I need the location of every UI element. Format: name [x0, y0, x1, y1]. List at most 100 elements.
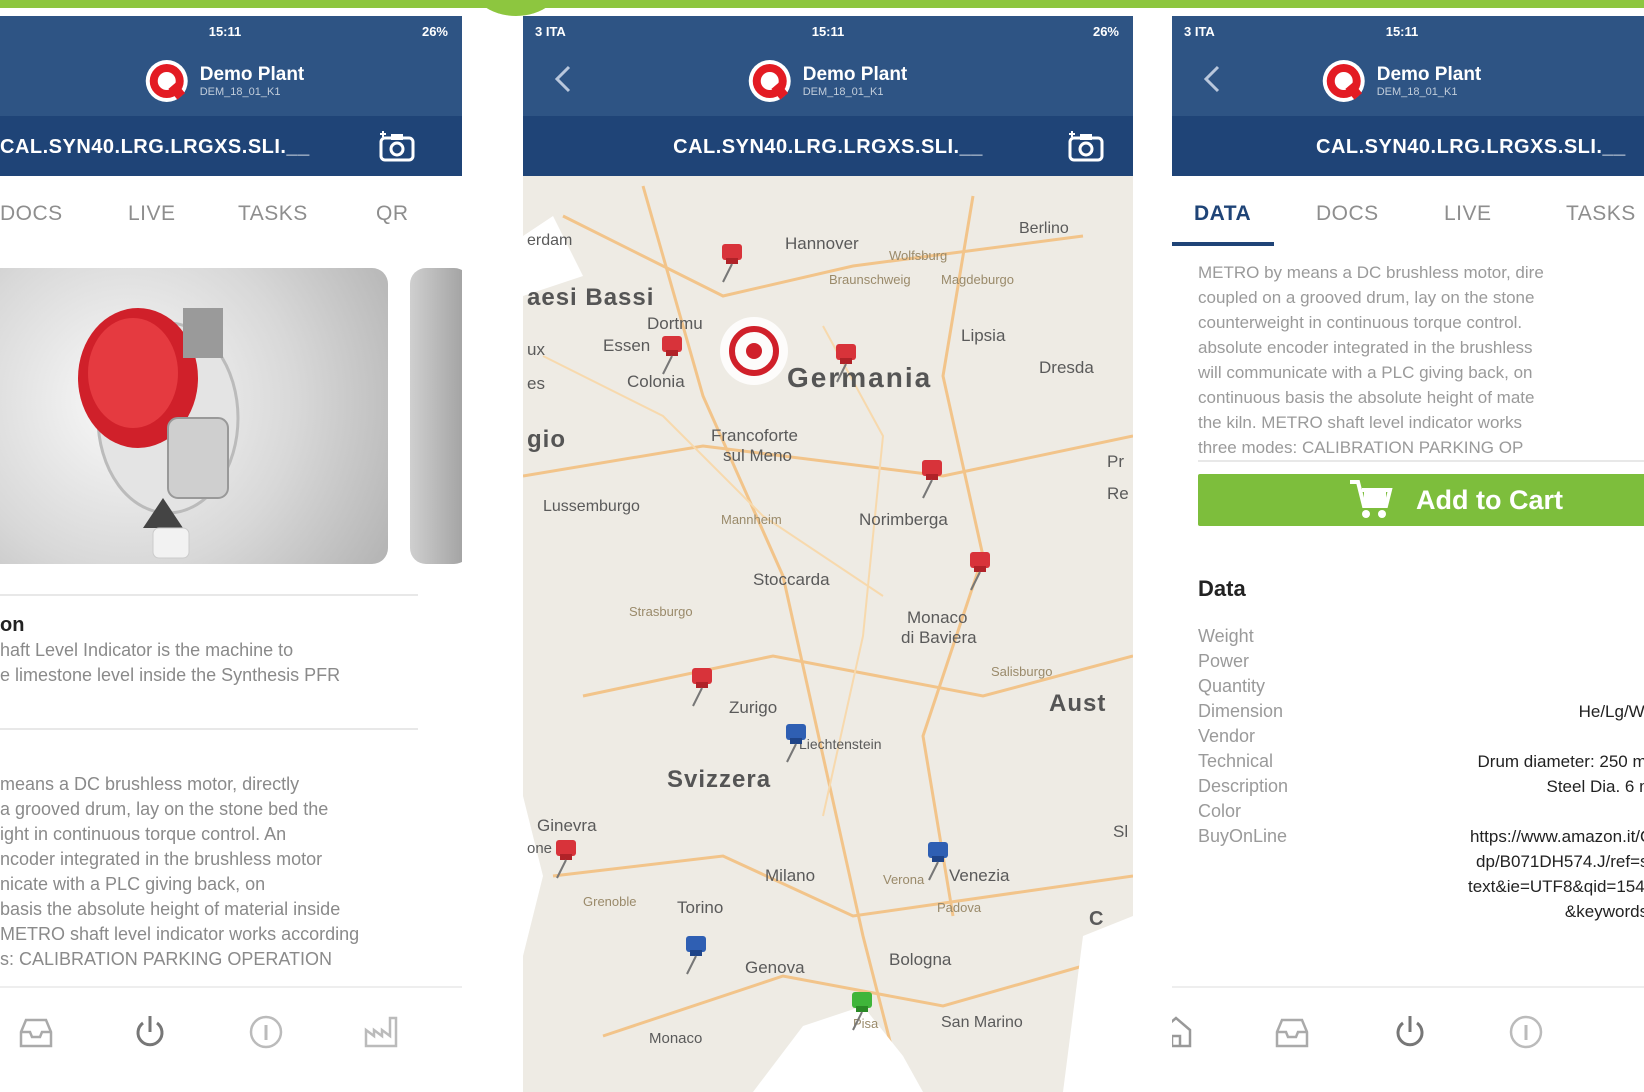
inbox-icon[interactable] [16, 1012, 56, 1052]
pin-icon[interactable] [783, 720, 809, 764]
brand[interactable]: Demo Plant DEM_18_01_K1 [1322, 60, 1482, 102]
add-to-cart-label: Add to Cart [1416, 485, 1563, 515]
device-code: CAL.SYN40.LRG.LRGXS.SLI.__ [673, 136, 983, 158]
status-time: 15:11 [208, 24, 242, 39]
product-image-carousel[interactable] [0, 268, 388, 564]
tab-live[interactable]: LIVE [128, 202, 176, 226]
tab-live[interactable]: LIVE [1444, 202, 1492, 226]
brand[interactable]: Demo Plant DEM_18_01_K1 [145, 60, 304, 102]
divider [0, 594, 418, 596]
plant-map[interactable]: erdam Hannover Wolfsburg Berlino Braunsc… [523, 176, 1133, 1092]
pin-icon[interactable] [925, 838, 951, 882]
map-label: Milano [765, 866, 816, 885]
back-icon[interactable] [1198, 64, 1228, 94]
app-header: Demo Plant DEM_18_01_K1 [0, 46, 462, 116]
pin-icon[interactable] [849, 988, 875, 1032]
status-time: 15:11 [811, 24, 845, 39]
map-label: Re [1107, 484, 1129, 503]
info-icon[interactable] [246, 1012, 286, 1052]
pin-icon[interactable] [719, 240, 745, 284]
map-label: Pr [1107, 452, 1124, 471]
factory-icon[interactable] [362, 1012, 402, 1052]
tab-tasks[interactable]: TASKS [238, 202, 308, 226]
brand[interactable]: Demo Plant DEM_18_01_K1 [748, 60, 907, 102]
data-key-technical: Technical [1198, 751, 1274, 771]
pin-icon[interactable] [919, 456, 945, 500]
brand-name: Demo Plant [1376, 63, 1482, 85]
logo-icon [1322, 60, 1365, 102]
map-label: C [1089, 908, 1104, 930]
divider [0, 728, 418, 730]
logo-icon [748, 60, 791, 102]
map-label: Verona [883, 872, 925, 887]
app-header: Demo Plant DEM_18_01_K1 [523, 46, 1133, 116]
buy-online-link[interactable]: https://www.amazon.it/QualiC [1470, 827, 1644, 847]
status-bar: 3 ITA 15:11 [1172, 16, 1644, 46]
pin-icon[interactable] [967, 548, 993, 592]
map-label: aesi Bassi [527, 284, 655, 311]
map-label: Berlino [1019, 220, 1069, 237]
map-label: Francoforte [711, 426, 798, 445]
status-battery: 26% [1092, 24, 1119, 39]
power-icon[interactable] [130, 1012, 170, 1052]
tab-docs[interactable]: DOCS [0, 202, 63, 226]
map-label: Wolfsburg [889, 248, 948, 263]
tab-data[interactable]: DATA [1194, 202, 1251, 226]
power-icon[interactable] [1390, 1012, 1430, 1052]
phone-screen-map: 3 ITA 15:11 26% Demo Plant DEM_18_01_K1 … [523, 16, 1133, 1092]
map-label: ux [527, 340, 545, 359]
buy-online-link-cont[interactable]: dp/B071DH574.J/ref=sr_1_1 [1476, 852, 1644, 872]
map-label: Padova [937, 900, 982, 915]
next-image-preview[interactable] [410, 268, 462, 564]
map-label: Lipsia [961, 326, 1006, 345]
brand-sub: DEM_18_01_K1 [199, 85, 281, 98]
status-bar: 15:11 26% [0, 16, 462, 46]
add-to-cart-button[interactable]: Add to Cart [1198, 474, 1644, 526]
target-icon[interactable] [719, 316, 789, 386]
pin-icon[interactable] [553, 836, 579, 880]
map-label: Norimberga [859, 510, 948, 529]
map-label: Ginevra [537, 816, 597, 835]
data-title: Data [1198, 576, 1246, 601]
back-icon[interactable] [549, 64, 579, 94]
tab-tasks[interactable]: TASKS [1566, 202, 1636, 226]
device-bar: CAL.SYN40.LRG.LRGXS.SLI.__ [523, 116, 1133, 176]
map-label: Braunschweig [829, 272, 911, 287]
app-header: Demo Plant DEM_18_01_K1 [1172, 46, 1644, 116]
data-key-color: Color [1198, 801, 1242, 821]
camera-icon[interactable] [1067, 130, 1105, 164]
pin-icon[interactable] [833, 340, 859, 384]
buy-online-link-cont[interactable]: &keywords=metr [1565, 902, 1644, 922]
pin-icon[interactable] [659, 332, 685, 376]
tab-qr[interactable]: QR [376, 202, 409, 226]
map-label: Dortmu [647, 314, 703, 333]
device-bar: CAL.SYN40.LRG.LRGXS.SLI.__ [1172, 116, 1644, 176]
info-icon[interactable] [1506, 1012, 1546, 1052]
buy-online-link-cont[interactable]: text&ie=UTF8&qid=15405398 [1468, 877, 1644, 897]
bottom-nav [0, 986, 462, 1076]
data-value-technical: Drum diameter: 250 mmRop [1477, 752, 1644, 771]
map-label: Germania [787, 362, 933, 393]
map-label: Zurigo [729, 698, 778, 717]
device-bar: CAL.SYN40.LRG.LRGXS.SLI.__ [0, 116, 462, 176]
map-label: Essen [603, 336, 651, 355]
map-label: Bologna [889, 950, 952, 969]
tab-bar: DATA DOCS LIVE TASKS [1172, 176, 1644, 246]
home-icon[interactable] [1172, 1012, 1196, 1052]
map-label: Monaco [907, 608, 968, 627]
map-label: Grenoble [583, 894, 637, 909]
inbox-icon[interactable] [1272, 1012, 1312, 1052]
camera-icon[interactable] [378, 130, 416, 164]
map-label: Sl [1113, 822, 1129, 841]
map-label: erdam [527, 232, 573, 249]
map-label: Mannheim [721, 512, 782, 527]
tab-docs[interactable]: DOCS [1316, 202, 1379, 226]
data-key-vendor: Vendor [1198, 726, 1256, 746]
map-label: Hannover [785, 234, 859, 253]
data-value-description: Steel Dia. 6 mm - L [1546, 777, 1644, 796]
pin-icon[interactable] [683, 932, 709, 976]
pin-icon[interactable] [689, 664, 715, 708]
map-label: Aust [1049, 690, 1107, 717]
data-key-quantity: Quantity [1198, 676, 1266, 696]
data-key-buyonline: BuyOnLine [1198, 826, 1288, 846]
